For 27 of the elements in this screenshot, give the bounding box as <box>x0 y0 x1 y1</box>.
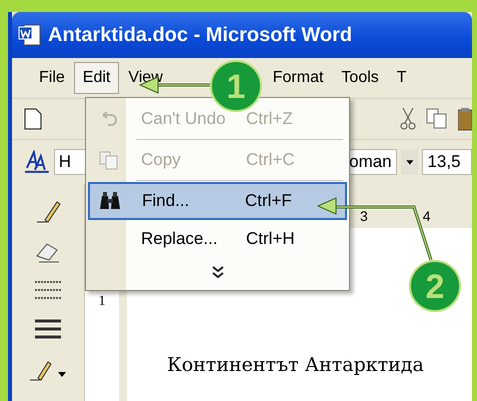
menu-command[interactable]: Find... Ctrl+F <box>88 182 347 220</box>
copy-icon <box>99 150 119 170</box>
menu-item[interactable]: Tools <box>332 62 388 94</box>
line-weight-icon[interactable] <box>33 318 63 340</box>
document-text: Континентът Антарктида <box>167 354 424 376</box>
menu-item[interactable]: File <box>30 62 74 94</box>
menu-item[interactable]: Edit <box>74 62 120 94</box>
copy-icon[interactable] <box>426 108 448 130</box>
menu-command[interactable]: Replace... Ctrl+H <box>88 220 347 258</box>
ruler-number: 3 <box>360 208 368 224</box>
step-badge: 1 <box>210 60 262 112</box>
styles-icon[interactable] <box>24 150 50 174</box>
ruler-number: 1 <box>98 294 106 310</box>
expand-chevron-icon[interactable] <box>212 266 224 280</box>
word-document-icon <box>18 24 42 46</box>
step-badge: 2 <box>409 260 461 312</box>
new-document-icon[interactable] <box>24 108 42 130</box>
binoculars-icon <box>98 191 122 211</box>
paste-icon[interactable] <box>458 107 472 131</box>
font-field[interactable]: oman <box>348 149 397 175</box>
menu-item[interactable]: Format <box>264 62 332 94</box>
menu-item[interactable]: T <box>388 62 416 94</box>
ruler-number: 4 <box>422 208 431 224</box>
dashed-lines-icon[interactable] <box>33 280 63 302</box>
scissors-icon[interactable] <box>400 107 416 131</box>
font-size-field[interactable]: 13,5 <box>422 149 472 175</box>
window-title: Antarktida.doc - Microsoft Word <box>48 24 352 46</box>
